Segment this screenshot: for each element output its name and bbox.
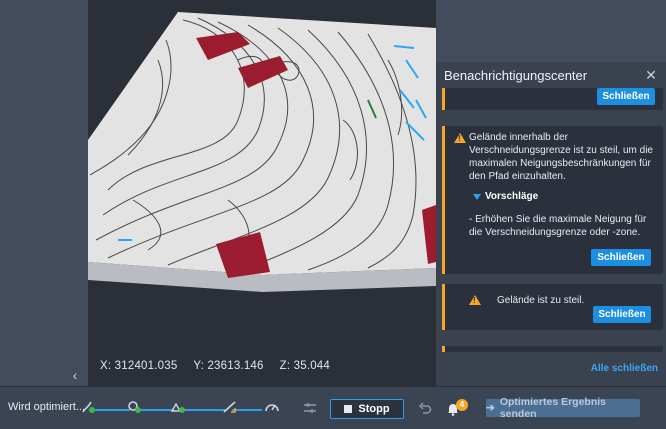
- warning-icon: [469, 295, 481, 305]
- coord-x: X: 312401.035: [100, 360, 178, 372]
- close-button[interactable]: Schließen: [591, 249, 651, 266]
- step-path-icon: [82, 401, 95, 413]
- undo-icon[interactable]: [418, 401, 432, 415]
- notification-message: Gelände innerhalb der Verschneidungsgren…: [469, 132, 653, 182]
- notification-card-terrain-steep: Gelände ist zu steil. Schließen: [442, 284, 663, 330]
- coordinates-readout: X: 312401.035 Y: 23613.146 Z: 35.044: [100, 360, 330, 372]
- stop-label: Stopp: [358, 403, 390, 415]
- stop-icon: [344, 405, 353, 413]
- bottom-toolbar: Wird optimiert... Stopp 4 ➔ Optimiertes …: [0, 386, 666, 429]
- close-button[interactable]: Schließen: [593, 306, 651, 323]
- settings-sliders-icon[interactable]: [303, 401, 317, 415]
- left-panel: [0, 0, 88, 386]
- chevron-left-icon[interactable]: ‹: [68, 366, 82, 384]
- notification-center-title: Benachrichtigungscenter: [444, 67, 588, 83]
- triangle-down-icon: [473, 193, 481, 200]
- coord-y: Y: 23613.146: [193, 360, 264, 372]
- suggestion-text: - Erhöhen Sie die maximale Neigung für d…: [469, 214, 647, 238]
- progress-connector: [92, 409, 130, 411]
- step-terrain-icon: [170, 402, 185, 413]
- close-all-link[interactable]: Alle schließen: [591, 363, 658, 374]
- send-result-button[interactable]: ➔ Optimiertes Ergebnis senden: [486, 396, 640, 420]
- suggestions-toggle[interactable]: Vorschläge: [473, 191, 538, 202]
- step-slope-icon: [223, 401, 236, 413]
- suggestions-label: Vorschläge: [485, 191, 539, 202]
- stop-button[interactable]: Stopp: [330, 399, 404, 419]
- progress-connector: [182, 409, 226, 411]
- terrain-viewport[interactable]: X: 312401.035 Y: 23613.146 Z: 35.044: [88, 0, 437, 386]
- terrain-render: [88, 12, 436, 292]
- step-gear-icon: [128, 401, 141, 413]
- close-icon[interactable]: ✕: [644, 67, 658, 84]
- notification-card-previous: Schließen: [442, 88, 663, 110]
- send-result-label: Optimiertes Ergebnis senden: [499, 396, 607, 420]
- send-arrow-icon: ➔: [486, 402, 495, 414]
- warning-icon: [454, 133, 466, 143]
- notification-center-header: Benachrichtigungscenter ✕: [436, 62, 666, 88]
- coord-z: Z: 35.044: [279, 360, 330, 372]
- notification-center: Benachrichtigungscenter ✕ Schließen Gelä…: [436, 62, 666, 386]
- progress-connector: [138, 409, 174, 411]
- notification-card-partial: [442, 346, 663, 352]
- speedometer-icon: [265, 404, 279, 412]
- notification-card-steep-boundary: Gelände innerhalb der Verschneidungsgren…: [442, 126, 663, 274]
- top-close-button[interactable]: Schließen: [597, 88, 655, 105]
- notification-count-badge: 4: [456, 399, 468, 411]
- status-label: Wird optimiert...: [8, 401, 86, 413]
